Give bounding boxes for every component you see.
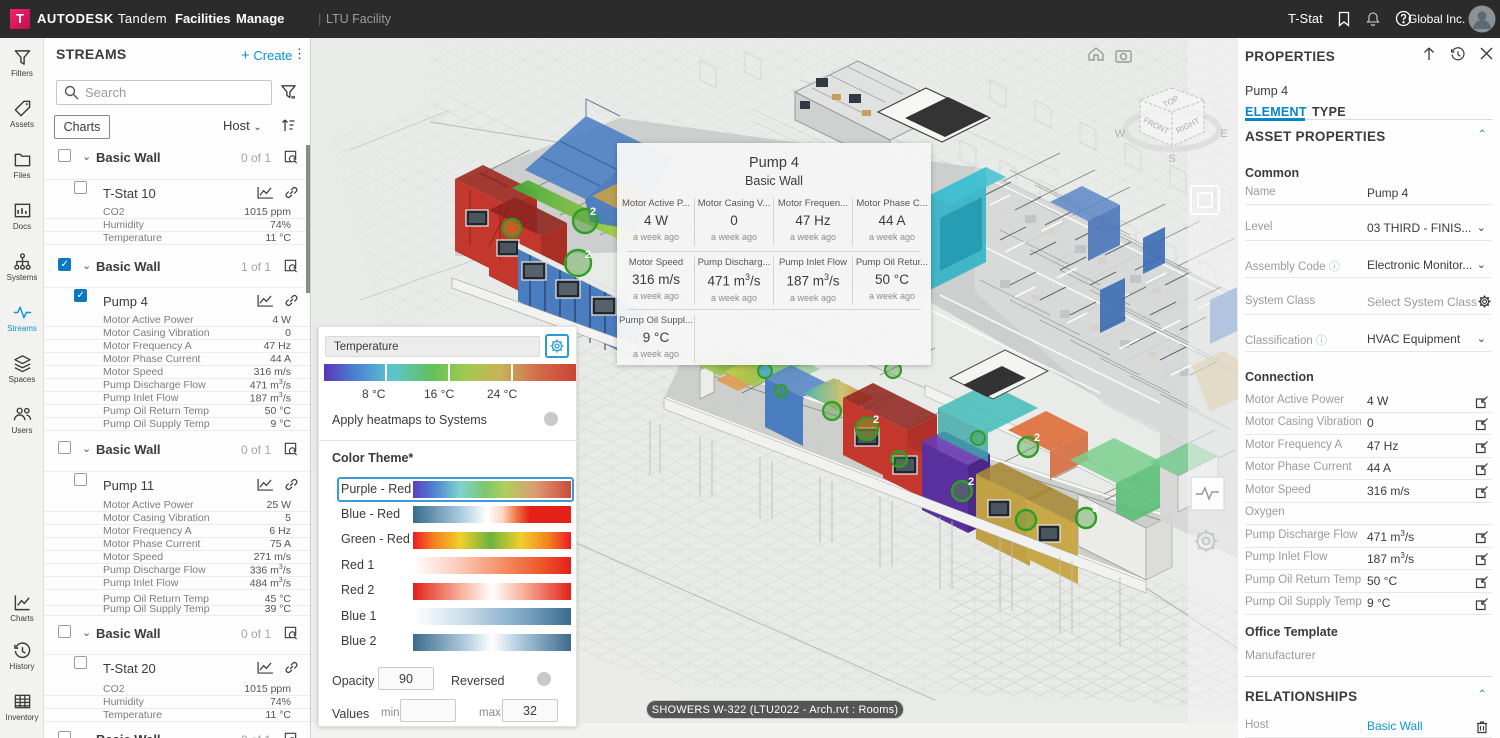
svg-text:2: 2 [873,414,879,426]
svg-text:2: 2 [968,476,974,488]
svg-text:3: 3 [1092,503,1098,515]
svg-text:2: 2 [590,206,596,218]
svg-text:2: 2 [1034,432,1040,444]
svg-text:E: E [1220,128,1227,140]
svg-text:S: S [1168,153,1175,165]
svg-text:2: 2 [585,249,591,261]
svg-text:W: W [1115,128,1126,140]
